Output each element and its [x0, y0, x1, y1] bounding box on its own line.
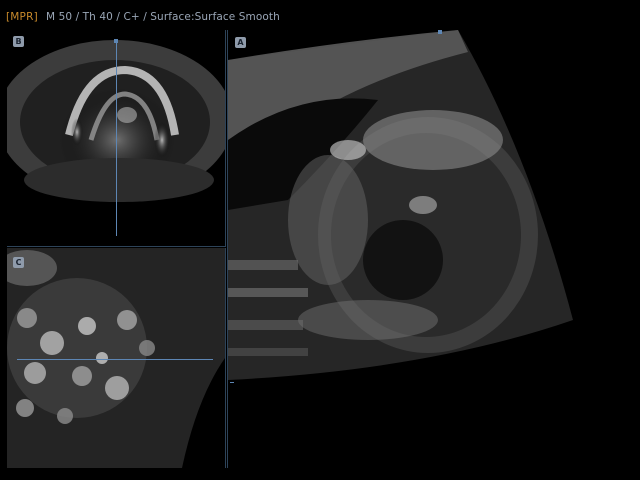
pane-b-view[interactable]: B	[7, 30, 226, 247]
horizontal-cursor-line[interactable]	[17, 359, 213, 360]
imaging-parameters: M 50 / Th 40 / C+ / Surface:Surface Smoo…	[46, 11, 280, 23]
pane-a-label: A	[235, 37, 246, 48]
pane-a-view[interactable]: A	[227, 30, 640, 468]
cursor-marker[interactable]	[438, 30, 442, 34]
vertical-cursor-line[interactable]	[116, 40, 117, 236]
cursor-marker[interactable]	[114, 39, 118, 43]
pane-b-label: B	[13, 36, 24, 47]
scale-tick	[230, 382, 234, 383]
ultrasound-image-a	[228, 30, 640, 468]
pane-c-label: C	[13, 257, 24, 268]
status-header: [MPR] M 50 / Th 40 / C+ / Surface:Surfac…	[0, 0, 640, 30]
pane-c-view[interactable]: C	[7, 248, 226, 468]
ultrasound-image-c	[7, 248, 225, 468]
mode-tag: [MPR]	[6, 11, 38, 23]
